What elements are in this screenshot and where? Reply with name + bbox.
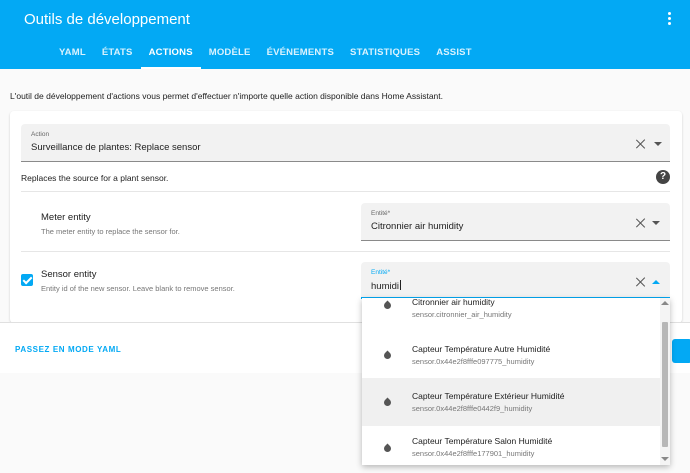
- meter-entity-subtitle: The meter entity to replace the sensor f…: [41, 227, 180, 236]
- meter-entity-value: Citronnier air humidity: [371, 221, 464, 232]
- intro-text: L'outil de développement d'actions vous …: [10, 91, 444, 101]
- sensor-entity-checkbox[interactable]: [21, 274, 33, 286]
- yaml-mode-button[interactable]: PASSEZ EN MODE YAML: [15, 345, 121, 354]
- scroll-down-arrow-icon[interactable]: [661, 457, 669, 461]
- text-cursor: [400, 280, 401, 290]
- tab-statistics[interactable]: STATISTIQUES: [342, 40, 428, 69]
- sensor-entity-input[interactable]: Entité* humidi: [361, 262, 670, 299]
- tab-events[interactable]: ÉVÉNEMENTS: [259, 40, 342, 69]
- entity-suggestions-dropdown: Citronnier air humidity sensor.citronnie…: [362, 298, 670, 465]
- entity-name: Capteur Température Extérieur Humidité: [412, 391, 565, 401]
- chevron-down-icon[interactable]: [652, 221, 660, 225]
- chevron-down-icon[interactable]: [654, 142, 662, 146]
- water-percent-icon: [383, 350, 392, 361]
- tab-actions[interactable]: ACTIONS: [140, 40, 201, 69]
- water-percent-icon: [383, 300, 392, 311]
- more-options-icon[interactable]: [664, 12, 674, 28]
- tab-assist[interactable]: ASSIST: [428, 40, 480, 69]
- divider: [21, 191, 670, 192]
- meter-entity-title: Meter entity: [41, 212, 91, 223]
- action-card: Action Surveillance de plantes: Replace …: [10, 111, 682, 323]
- list-item[interactable]: Capteur Température Extérieur Humidité s…: [362, 378, 660, 426]
- perform-action-button[interactable]: [672, 339, 690, 363]
- tab-bar: YAML ÉTATS ACTIONS MODÈLE ÉVÉNEMENTS STA…: [51, 40, 480, 69]
- sensor-entity-field-label: Entité*: [371, 269, 391, 276]
- entity-name: Capteur Température Autre Humidité: [412, 344, 551, 354]
- entity-name: Citronnier air humidity: [412, 298, 495, 307]
- entity-id: sensor.0x44e2f8fffe0442f9_humidity: [412, 404, 533, 413]
- tab-yaml[interactable]: YAML: [51, 40, 94, 69]
- app-title: Outils de développement: [24, 11, 190, 28]
- list-item[interactable]: Capteur Température Autre Humidité senso…: [362, 330, 660, 378]
- divider: [21, 251, 670, 252]
- clear-icon[interactable]: [636, 218, 646, 228]
- tab-template[interactable]: MODÈLE: [201, 40, 259, 69]
- top-app-bar: Outils de développement YAML ÉTATS ACTIO…: [0, 0, 690, 69]
- tab-states[interactable]: ÉTATS: [94, 40, 141, 69]
- entity-id: sensor.0x44e2f8fffe097775_humidity: [412, 357, 535, 366]
- sensor-entity-subtitle: Entity id of the new sensor. Leave blank…: [41, 284, 235, 293]
- entity-name: Capteur Température Salon Humidité: [412, 436, 553, 446]
- clear-icon[interactable]: [636, 139, 646, 149]
- sensor-entity-text: humidi: [371, 281, 399, 292]
- list-item[interactable]: Capteur Température Salon Humidité senso…: [362, 426, 660, 465]
- clear-icon[interactable]: [636, 277, 646, 287]
- water-percent-icon: [383, 397, 392, 408]
- sensor-entity-value[interactable]: humidi: [371, 280, 401, 292]
- water-percent-icon: [383, 443, 392, 454]
- list-item[interactable]: Citronnier air humidity sensor.citronnie…: [362, 298, 660, 328]
- action-label: Action: [31, 131, 50, 138]
- entity-id: sensor.citronnier_air_humidity: [412, 310, 512, 319]
- action-select[interactable]: Action Surveillance de plantes: Replace …: [21, 124, 670, 162]
- help-icon[interactable]: ?: [656, 170, 670, 184]
- action-value: Surveillance de plantes: Replace sensor: [31, 142, 201, 153]
- scrollbar-thumb[interactable]: [662, 322, 668, 447]
- sensor-entity-title: Sensor entity: [41, 269, 97, 280]
- meter-entity-picker[interactable]: Entité* Citronnier air humidity: [361, 203, 670, 241]
- chevron-up-icon[interactable]: [652, 280, 660, 284]
- meter-entity-field-label: Entité*: [371, 210, 391, 217]
- entity-id: sensor.0x44e2f8fffe177901_humidity: [412, 449, 535, 458]
- scroll-up-arrow-icon[interactable]: [661, 301, 669, 305]
- action-description: Replaces the source for a plant sensor.: [21, 173, 169, 183]
